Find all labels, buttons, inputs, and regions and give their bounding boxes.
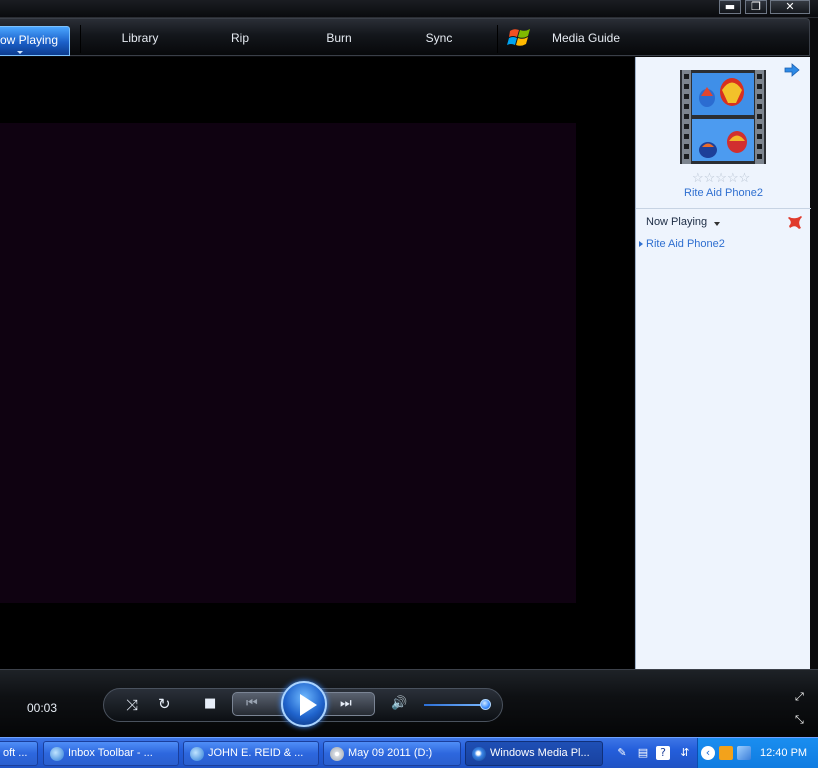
tab-now-playing-dropdown-icon[interactable] bbox=[17, 51, 23, 54]
volume-knob[interactable] bbox=[480, 699, 491, 710]
now-playing-list-menu[interactable]: Now Playing bbox=[646, 216, 707, 228]
tab-library-label: Library bbox=[121, 31, 159, 45]
next-icon: ⏭ bbox=[340, 696, 352, 711]
wmp-window: ▬ ❐ ✕ ow Playing Library Rip Burn Sync M… bbox=[0, 0, 818, 768]
help-icon[interactable]: ? bbox=[656, 746, 670, 760]
taskbar-item-label: JOHN E. REID & ... bbox=[208, 747, 304, 759]
shuffle-button[interactable]: ⤨ bbox=[126, 697, 138, 713]
rating-stars[interactable]: ☆☆☆☆☆ bbox=[692, 170, 750, 186]
tab-now-playing-label: ow Playing bbox=[0, 33, 59, 47]
taskbar-item-label: oft ... bbox=[3, 747, 28, 759]
tab-media-guide-label: Media Guide bbox=[551, 31, 621, 45]
playlist-item[interactable]: Rite Aid Phone2 bbox=[646, 238, 725, 250]
next-button[interactable]: ⏭ bbox=[340, 696, 352, 712]
volume-slider[interactable] bbox=[424, 704, 486, 706]
ie-icon bbox=[50, 747, 64, 761]
taskbar-item[interactable]: JOHN E. REID & ... bbox=[183, 741, 319, 766]
previous-icon: ⏮ bbox=[246, 696, 258, 711]
fullscreen-button[interactable]: ⤢ bbox=[795, 690, 804, 704]
taskbar-item[interactable]: Windows Media Pl... bbox=[465, 741, 603, 766]
album-title-link[interactable]: Rite Aid Phone2 bbox=[636, 187, 811, 199]
tab-rip-label: Rip bbox=[230, 31, 249, 45]
playing-indicator-icon bbox=[639, 241, 643, 247]
minimize-button[interactable]: ▬ bbox=[719, 0, 741, 14]
switch-to-compact-button[interactable]: ⤡ bbox=[795, 713, 804, 727]
play-icon bbox=[300, 694, 317, 716]
tab-sync-label: Sync bbox=[425, 31, 453, 45]
previous-button[interactable]: ⏮ bbox=[246, 696, 258, 712]
taskbar-item-label: Inbox Toolbar - ... bbox=[68, 747, 153, 759]
now-playing-dropdown-icon[interactable] bbox=[714, 222, 720, 226]
windows-logo-icon bbox=[507, 29, 530, 46]
video-frame[interactable] bbox=[0, 123, 576, 603]
feature-taskbar: ow Playing Library Rip Burn Sync Media G… bbox=[0, 18, 810, 56]
taskbar-item[interactable]: oft ... bbox=[0, 741, 38, 766]
mute-button[interactable]: 🔊 bbox=[391, 696, 407, 712]
album-art-image[interactable] bbox=[680, 70, 766, 164]
tab-separator bbox=[80, 25, 81, 53]
stop-icon: ■ bbox=[204, 696, 217, 711]
compact-mode-icon: ⤡ bbox=[795, 713, 804, 726]
panel-divider bbox=[636, 208, 811, 209]
playback-controls: 00:03 ⤨ ↻ ■ ⏮ ⏭ 🔊 ⤢ ⤡ bbox=[0, 669, 818, 737]
tab-now-playing[interactable]: ow Playing bbox=[0, 26, 70, 56]
show-hidden-icons-icon[interactable]: ‹ bbox=[701, 746, 715, 760]
clock[interactable]: 12:40 PM bbox=[760, 747, 807, 759]
repeat-button[interactable]: ↻ bbox=[158, 696, 171, 712]
restore-button[interactable]: ❐ bbox=[745, 0, 767, 14]
tab-media-guide[interactable]: Media Guide bbox=[541, 19, 631, 57]
close-icon: ✕ bbox=[785, 0, 795, 13]
tab-rip[interactable]: Rip bbox=[200, 19, 280, 57]
taskbar-item-label: May 09 2011 (D:) bbox=[348, 747, 433, 759]
wmp-icon bbox=[472, 747, 486, 761]
tab-burn[interactable]: Burn bbox=[299, 19, 379, 57]
taskbar-options-icon[interactable]: ⇵ bbox=[678, 746, 692, 760]
fullscreen-icon: ⤢ bbox=[795, 690, 804, 703]
notification-icon[interactable] bbox=[719, 746, 733, 760]
title-bar: ▬ ❐ ✕ bbox=[0, 0, 818, 18]
hide-list-pane-arrow-icon[interactable] bbox=[784, 63, 800, 77]
cd-icon bbox=[330, 747, 344, 761]
pen-tool-icon[interactable]: ✎ bbox=[615, 746, 629, 760]
repeat-icon: ↻ bbox=[158, 695, 171, 713]
minimize-icon: ▬ bbox=[724, 0, 736, 13]
restore-icon: ❐ bbox=[751, 0, 761, 13]
play-button[interactable] bbox=[281, 681, 327, 727]
tab-separator bbox=[497, 25, 498, 53]
system-tray: ‹ 12:40 PM bbox=[697, 738, 818, 768]
elapsed-time: 00:03 bbox=[27, 701, 58, 715]
video-area[interactable] bbox=[0, 57, 634, 669]
taskbar-item[interactable]: Inbox Toolbar - ... bbox=[43, 741, 179, 766]
keyboard-icon[interactable]: ▤ bbox=[636, 746, 650, 760]
tab-burn-label: Burn bbox=[326, 31, 352, 45]
speaker-icon: 🔊 bbox=[391, 696, 408, 711]
tab-library[interactable]: Library bbox=[100, 19, 180, 57]
clear-list-icon[interactable] bbox=[787, 214, 803, 230]
stop-button[interactable]: ■ bbox=[204, 696, 216, 712]
network-icon[interactable] bbox=[737, 746, 751, 760]
list-pane: ☆☆☆☆☆ Rite Aid Phone2 Now Playing Rite A… bbox=[635, 57, 811, 669]
close-button[interactable]: ✕ bbox=[770, 0, 810, 14]
ie-icon bbox=[190, 747, 204, 761]
tab-sync[interactable]: Sync bbox=[399, 19, 479, 57]
shuffle-icon: ⤨ bbox=[126, 696, 139, 714]
taskbar-item[interactable]: May 09 2011 (D:) bbox=[323, 741, 461, 766]
windows-taskbar: oft ... Inbox Toolbar - ... JOHN E. REID… bbox=[0, 737, 818, 768]
taskbar-item-label: Windows Media Pl... bbox=[490, 747, 590, 759]
